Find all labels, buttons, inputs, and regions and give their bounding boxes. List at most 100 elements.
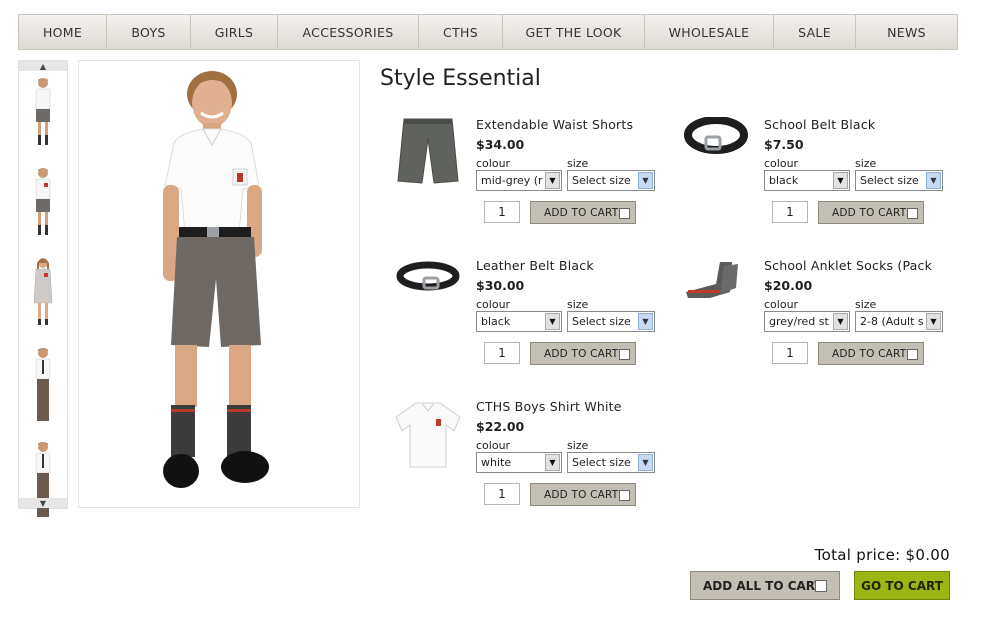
boys-shirt-image[interactable] [392, 399, 464, 471]
nav-item-accessories[interactable]: ACCESSORIES [278, 15, 419, 49]
caret-down-icon: ▼ [545, 454, 560, 471]
size-label: size [855, 298, 877, 311]
size-select-value: Select size [860, 174, 919, 187]
add-to-cart-button[interactable]: ADD TO CART [818, 201, 924, 224]
product-name[interactable]: Extendable Waist Shorts [476, 117, 633, 132]
product-price: $7.50 [764, 137, 804, 152]
size-select[interactable]: Select size ▼ [567, 170, 655, 191]
colour-select-value: white [481, 456, 512, 469]
nav-item-get-the-look[interactable]: GET THE LOOK [503, 15, 645, 49]
colour-label: colour [476, 157, 511, 170]
caret-down-icon: ▼ [833, 313, 848, 330]
nav-item-cths[interactable]: CTHS [419, 15, 503, 49]
product-card: School Anklet Socks (Pack $20.00 colour … [680, 258, 950, 383]
cart-checkbox[interactable] [619, 490, 630, 501]
total-price: Total price: $0.00 [814, 546, 950, 564]
school-belt-image[interactable] [680, 117, 752, 189]
colour-select-value: black [769, 174, 799, 187]
caret-down-icon: ▼ [926, 313, 941, 330]
colour-label: colour [476, 439, 511, 452]
nav-item-home[interactable]: HOME [19, 15, 107, 49]
main-product-image [78, 60, 360, 508]
product-price: $30.00 [476, 278, 525, 293]
chevron-up-icon[interactable]: ▲ [19, 61, 67, 71]
add-to-cart-label: ADD TO CART [544, 206, 619, 219]
add-to-cart-button[interactable]: ADD TO CART [530, 201, 636, 224]
main-navigation: HOME BOYS GIRLS ACCESSORIES CTHS GET THE… [18, 14, 958, 50]
colour-select-value: grey/red st [769, 315, 829, 328]
size-select[interactable]: Select size ▼ [567, 311, 655, 332]
go-to-cart-button[interactable]: GO TO CART [854, 571, 950, 600]
cart-checkbox[interactable] [619, 208, 630, 219]
colour-select[interactable]: black ▼ [476, 311, 562, 332]
nav-item-sale[interactable]: SALE [774, 15, 856, 49]
thumbnail-girl-dress[interactable] [23, 255, 63, 337]
caret-down-icon: ▼ [545, 172, 560, 189]
thumbnail-strip: ▲ ▼ [18, 60, 68, 517]
size-select-value: 2-8 (Adult s [860, 315, 924, 328]
colour-select-value: black [481, 315, 511, 328]
nav-item-boys[interactable]: BOYS [107, 15, 191, 49]
size-select[interactable]: Select size ▼ [567, 452, 655, 473]
colour-select-value: mid-grey (r [481, 174, 543, 187]
quantity-input[interactable] [484, 201, 520, 223]
colour-select[interactable]: black ▼ [764, 170, 850, 191]
cart-checkbox[interactable] [907, 208, 918, 219]
size-label: size [567, 298, 589, 311]
add-to-cart-label: ADD TO CART [544, 488, 619, 501]
quantity-input[interactable] [772, 201, 808, 223]
anklet-socks-image[interactable] [680, 258, 752, 330]
product-price: $34.00 [476, 137, 525, 152]
quantity-input[interactable] [772, 342, 808, 364]
add-to-cart-button[interactable]: ADD TO CART [530, 483, 636, 506]
page-title: Style Essential [380, 66, 541, 91]
product-card: Extendable Waist Shorts $34.00 colour si… [392, 117, 662, 242]
thumbnail-boy-long-pants[interactable] [23, 345, 63, 427]
product-card: Leather Belt Black $30.00 colour size bl… [392, 258, 662, 383]
cart-checkbox[interactable] [907, 349, 918, 360]
caret-down-icon: ▼ [545, 313, 560, 330]
size-select-value: Select size [572, 315, 631, 328]
shorts-image[interactable] [392, 117, 464, 189]
size-label: size [567, 157, 589, 170]
thumbnail-boy-pocket[interactable] [23, 165, 63, 247]
caret-down-icon: ▼ [926, 172, 941, 189]
caret-down-icon: ▼ [638, 454, 653, 471]
add-to-cart-label: ADD TO CART [544, 347, 619, 360]
colour-select[interactable]: grey/red st ▼ [764, 311, 850, 332]
thumbnail-boy-shorts[interactable] [23, 75, 63, 157]
add-all-to-cart-button[interactable]: ADD ALL TO CART [690, 571, 840, 600]
size-label: size [855, 157, 877, 170]
product-price: $20.00 [764, 278, 813, 293]
size-select[interactable]: Select size ▼ [855, 170, 943, 191]
colour-select[interactable]: mid-grey (r ▼ [476, 170, 562, 191]
product-name[interactable]: School Anklet Socks (Pack [764, 258, 932, 273]
colour-select[interactable]: white ▼ [476, 452, 562, 473]
boy-in-uniform-image [163, 71, 269, 488]
add-to-cart-button[interactable]: ADD TO CART [530, 342, 636, 365]
product-name[interactable]: Leather Belt Black [476, 258, 594, 273]
add-all-label: ADD ALL TO CART [703, 578, 823, 593]
size-select[interactable]: 2-8 (Adult s ▼ [855, 311, 943, 332]
add-to-cart-label: ADD TO CART [832, 347, 907, 360]
nav-item-news[interactable]: NEWS [856, 15, 957, 49]
product-card: School Belt Black $7.50 colour size blac… [680, 117, 950, 242]
colour-label: colour [476, 298, 511, 311]
add-all-checkbox[interactable] [815, 580, 827, 592]
product-name[interactable]: CTHS Boys Shirt White [476, 399, 622, 414]
chevron-down-icon[interactable]: ▼ [19, 498, 67, 508]
product-price: $22.00 [476, 419, 525, 434]
caret-down-icon: ▼ [638, 313, 653, 330]
colour-label: colour [764, 157, 799, 170]
product-name[interactable]: School Belt Black [764, 117, 875, 132]
colour-label: colour [764, 298, 799, 311]
size-label: size [567, 439, 589, 452]
quantity-input[interactable] [484, 483, 520, 505]
nav-item-wholesale[interactable]: WHOLESALE [645, 15, 774, 49]
size-select-value: Select size [572, 456, 631, 469]
add-to-cart-button[interactable]: ADD TO CART [818, 342, 924, 365]
nav-item-girls[interactable]: GIRLS [191, 15, 278, 49]
cart-checkbox[interactable] [619, 349, 630, 360]
leather-belt-image[interactable] [392, 258, 464, 330]
quantity-input[interactable] [484, 342, 520, 364]
